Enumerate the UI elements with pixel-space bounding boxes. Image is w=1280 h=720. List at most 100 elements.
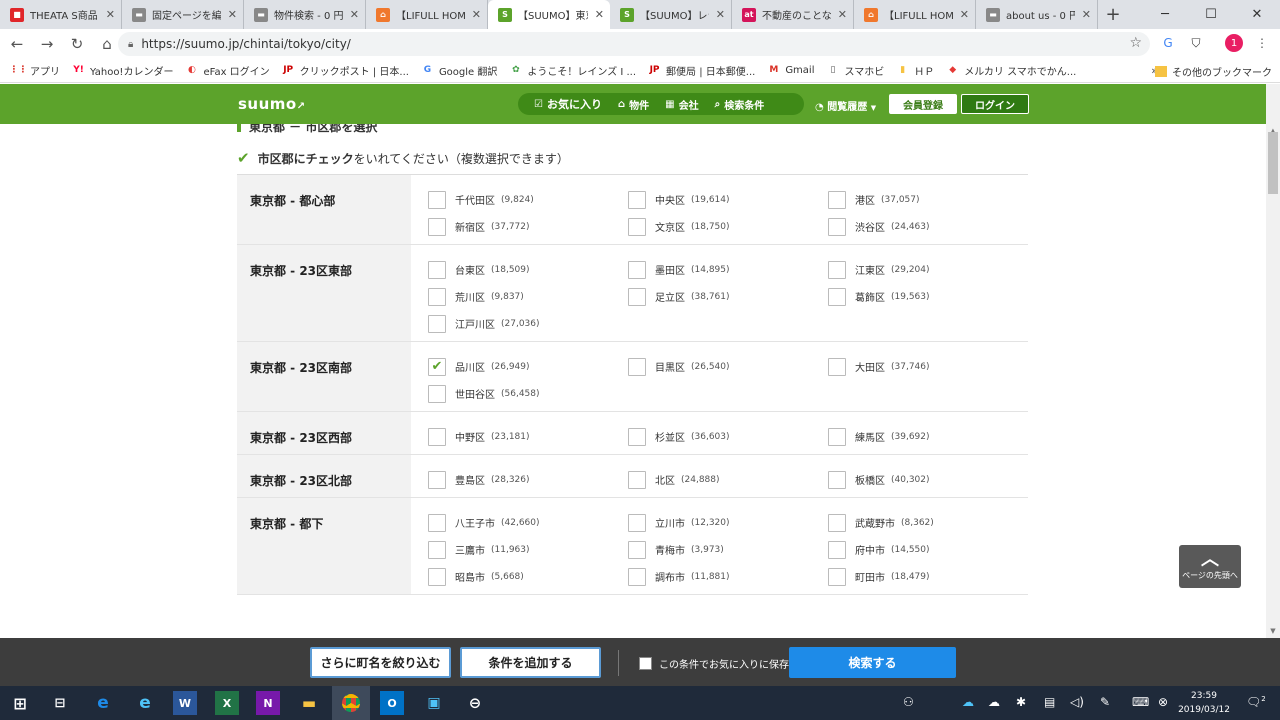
city-option[interactable]: 青梅市 (3,973): [628, 540, 828, 559]
people-icon[interactable]: ⚇: [903, 695, 914, 709]
city-checkbox[interactable]: [828, 190, 846, 209]
ie-icon[interactable]: e: [133, 691, 157, 715]
city-checkbox[interactable]: [828, 260, 846, 279]
history-menu[interactable]: ◔ 閲覧履歴 ▼: [815, 98, 876, 113]
other-bookmarks-folder[interactable]: その他のブックマーク: [1155, 64, 1272, 79]
city-name[interactable]: 江戸川区: [455, 316, 495, 331]
city-option[interactable]: 杉並区 (36,603): [628, 427, 828, 446]
translate-extension-icon[interactable]: G: [1158, 33, 1178, 53]
city-name[interactable]: 中野区: [455, 429, 485, 444]
keyboard-icon[interactable]: ⌨: [1132, 695, 1149, 709]
tab-close-icon[interactable]: ✕: [595, 8, 604, 21]
header-nav-item[interactable]: ☑ お気に入り: [534, 96, 602, 112]
city-name[interactable]: 杉並区: [655, 429, 685, 444]
city-option[interactable]: 江東区 (29,204): [828, 260, 1028, 279]
browser-tab[interactable]: ■ THEATA S商品 - ✕: [0, 0, 122, 29]
save-favorite-checkbox[interactable]: この条件でお気に入りに保存: [639, 656, 789, 671]
notification-icon[interactable]: 🗨︎2: [1246, 695, 1266, 709]
browser-tab[interactable]: ⌂ 【LIFULL HOME ✕: [366, 0, 488, 29]
city-option[interactable]: 八王子市 (42,660): [428, 513, 628, 532]
tab-close-icon[interactable]: ✕: [350, 8, 359, 21]
bookmark-item[interactable]: G Google 翻訳: [421, 63, 498, 78]
city-name[interactable]: 江東区: [855, 262, 885, 277]
browser-tab[interactable]: at 不動産のことなら ✕: [732, 0, 854, 29]
app-icon[interactable]: ⊖: [463, 691, 487, 715]
outlook-icon[interactable]: O: [380, 691, 404, 715]
city-checkbox[interactable]: [428, 260, 446, 279]
city-option[interactable]: 足立区 (38,761): [628, 287, 828, 306]
bookmark-item[interactable]: JP クリックポスト | 日本...: [282, 63, 409, 78]
city-option[interactable]: ✔ 品川区 (26,949): [428, 357, 628, 376]
windows-start-icon[interactable]: ⊞: [8, 691, 32, 715]
city-checkbox[interactable]: [428, 314, 446, 333]
city-checkbox[interactable]: [828, 470, 846, 489]
register-button[interactable]: 会員登録: [889, 94, 957, 114]
tab-close-icon[interactable]: ✕: [106, 8, 115, 21]
tab-close-icon[interactable]: ✕: [1082, 8, 1091, 21]
city-option[interactable]: 世田谷区 (56,458): [428, 384, 628, 403]
header-nav-item[interactable]: ⌕ 検索条件: [715, 97, 765, 112]
city-name[interactable]: 青梅市: [655, 542, 685, 557]
city-option[interactable]: 武蔵野市 (8,362): [828, 513, 1028, 532]
city-name[interactable]: 北区: [655, 472, 675, 487]
login-button[interactable]: ログイン: [961, 94, 1029, 114]
city-option[interactable]: 港区 (37,057): [828, 190, 1028, 209]
new-tab-button[interactable]: +: [1098, 0, 1128, 29]
tab-close-icon[interactable]: ✕: [472, 8, 481, 21]
city-option[interactable]: 板橋区 (40,302): [828, 470, 1028, 489]
city-option[interactable]: 新宿区 (37,772): [428, 217, 628, 236]
city-name[interactable]: 世田谷区: [455, 386, 495, 401]
city-checkbox[interactable]: [828, 513, 846, 532]
city-name[interactable]: 昭島市: [455, 569, 485, 584]
forward-button[interactable]: →: [34, 31, 60, 57]
city-name[interactable]: 葛飾区: [855, 289, 885, 304]
city-checkbox[interactable]: [628, 470, 646, 489]
header-nav-item[interactable]: ▦ 会社: [665, 97, 698, 112]
network-icon[interactable]: ▤: [1044, 695, 1055, 709]
city-option[interactable]: 台東区 (18,509): [428, 260, 628, 279]
city-name[interactable]: 足立区: [655, 289, 685, 304]
city-name[interactable]: 中央区: [655, 192, 685, 207]
profile-avatar[interactable]: 1: [1225, 34, 1243, 52]
city-option[interactable]: 荒川区 (9,837): [428, 287, 628, 306]
edge-icon[interactable]: e: [91, 691, 115, 715]
minimize-button[interactable]: ─: [1142, 0, 1188, 29]
city-name[interactable]: 目黒区: [655, 359, 685, 374]
bookmark-star-icon[interactable]: ☆: [1129, 35, 1142, 51]
city-name[interactable]: 新宿区: [455, 219, 485, 234]
city-checkbox[interactable]: [428, 513, 446, 532]
close-window-button[interactable]: ✕: [1234, 0, 1280, 29]
city-checkbox[interactable]: [628, 260, 646, 279]
home-button[interactable]: ⌂: [94, 31, 120, 57]
close-circle-icon[interactable]: ⊗: [1158, 695, 1168, 709]
city-option[interactable]: 昭島市 (5,668): [428, 567, 628, 586]
city-checkbox[interactable]: [628, 357, 646, 376]
city-name[interactable]: 町田市: [855, 569, 885, 584]
city-name[interactable]: 板橋区: [855, 472, 885, 487]
bookmark-item[interactable]: M Gmail: [767, 64, 814, 77]
city-option[interactable]: 千代田区 (9,824): [428, 190, 628, 209]
city-name[interactable]: 渋谷区: [855, 219, 885, 234]
bookmark-item[interactable]: ✿ ようこそ！レインズ I ...: [509, 63, 636, 78]
tab-close-icon[interactable]: ✕: [960, 8, 969, 21]
scroll-thumb[interactable]: [1268, 132, 1278, 194]
city-name[interactable]: 調布市: [655, 569, 685, 584]
task-view-icon[interactable]: ⊟: [48, 691, 72, 715]
city-checkbox[interactable]: [428, 567, 446, 586]
back-button[interactable]: ←: [4, 31, 30, 57]
city-checkbox[interactable]: [628, 427, 646, 446]
tab-close-icon[interactable]: ✕: [228, 8, 237, 21]
city-name[interactable]: 品川区: [455, 359, 485, 374]
city-option[interactable]: 三鷹市 (11,963): [428, 540, 628, 559]
city-checkbox[interactable]: [628, 217, 646, 236]
browser-tab[interactable]: ▬ 物件検索 - 0 円 ✕: [244, 0, 366, 29]
city-checkbox[interactable]: [628, 540, 646, 559]
city-name[interactable]: 府中市: [855, 542, 885, 557]
chrome-icon[interactable]: [332, 686, 370, 720]
search-button[interactable]: 検索する: [789, 647, 956, 678]
city-checkbox[interactable]: [428, 217, 446, 236]
city-option[interactable]: 江戸川区 (27,036): [428, 314, 628, 333]
city-checkbox[interactable]: [428, 540, 446, 559]
system-clock[interactable]: 23:59 2019/03/12: [1176, 689, 1232, 717]
browser-tab[interactable]: ▬ about us - 0 円 ✕: [976, 0, 1098, 29]
